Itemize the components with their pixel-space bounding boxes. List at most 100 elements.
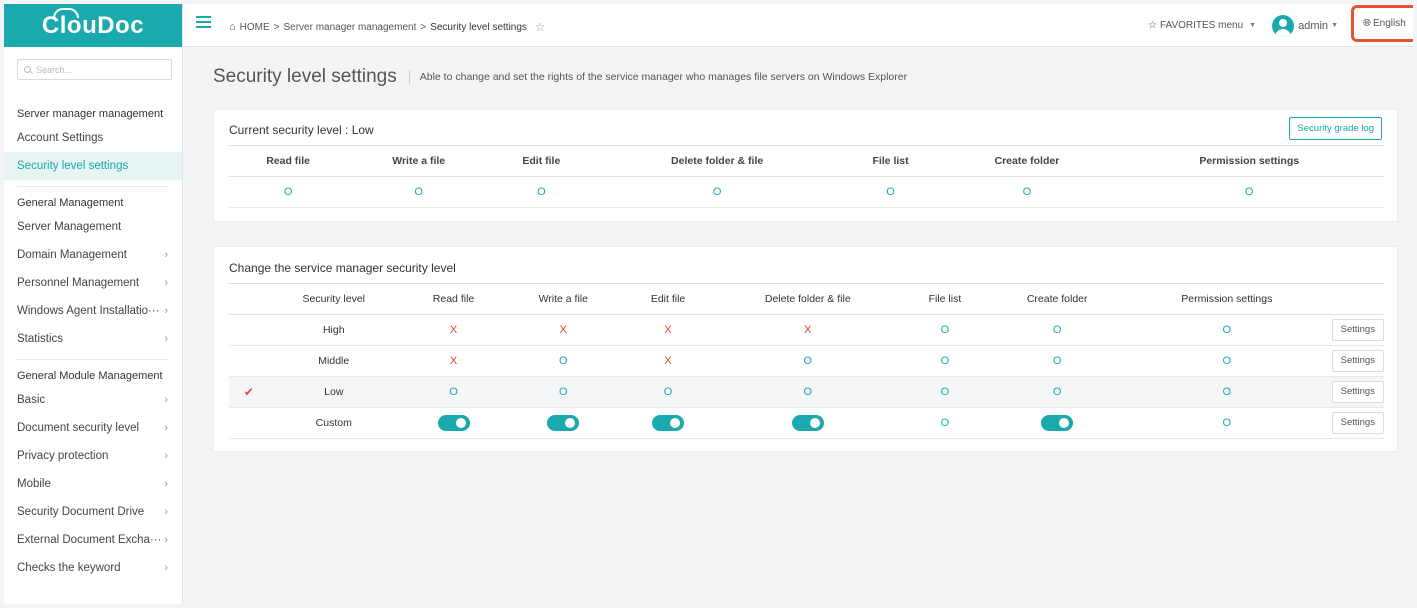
permission-cell: O xyxy=(897,376,993,408)
permission-value: O xyxy=(1114,176,1384,208)
column-header: Edit file xyxy=(618,283,718,315)
allow-mark: O xyxy=(559,355,568,367)
permission-cell: X xyxy=(508,314,619,346)
permission-toggle[interactable] xyxy=(437,415,470,431)
settings-button[interactable]: Settings xyxy=(1331,350,1384,372)
allow-mark: O xyxy=(940,324,950,336)
chevron-right-icon: › xyxy=(164,333,168,345)
change-level-panel: Change the service manager security leve… xyxy=(213,246,1398,452)
app-logo[interactable]: ClouDoc xyxy=(4,4,182,47)
sidebar-item[interactable]: Document security level › xyxy=(4,414,182,442)
sidebar-item[interactable]: Mobile › xyxy=(4,470,182,498)
user-name: admin xyxy=(1298,19,1329,32)
column-header: Permission settings xyxy=(1114,145,1384,177)
sidebar-item[interactable]: Account Settings xyxy=(4,124,182,152)
sidebar-item[interactable]: Checks the keyword › xyxy=(4,554,182,582)
permission-cell: O xyxy=(1122,407,1332,439)
allow-mark: O xyxy=(663,386,673,398)
page-title: Security level settings xyxy=(213,66,397,87)
page-description: Able to change and set the rights of the… xyxy=(419,71,908,83)
allow-mark: O xyxy=(940,417,950,429)
deny-mark: X xyxy=(664,355,672,367)
star-icon[interactable]: ☆ xyxy=(535,20,546,34)
nav-section-title: General Module Management xyxy=(17,370,163,382)
sidebar-item[interactable]: Windows Agent Installatio··· › xyxy=(4,297,182,325)
current-level-panel: Current security level : Low Security gr… xyxy=(213,109,1398,222)
security-level-row[interactable]: ✔ Low O O O O O O O Settings xyxy=(229,376,1384,408)
sidebar-item[interactable]: Server Management xyxy=(4,213,182,241)
sidebar-item[interactable]: Domain Management › xyxy=(4,241,182,269)
security-level-name: Middle xyxy=(268,345,399,377)
permission-cell: O xyxy=(1122,345,1332,377)
breadcrumb-current: Security level settings xyxy=(430,21,527,33)
sidebar-item-label: Personnel Management xyxy=(17,277,140,289)
search-input[interactable]: Search... xyxy=(17,59,172,80)
sidebar-item-label: Privacy protection xyxy=(17,450,109,462)
column-header: Read file xyxy=(229,145,348,177)
actions-cell: Settings xyxy=(1331,407,1384,439)
sidebar-item[interactable]: Basic › xyxy=(4,386,182,414)
permission-cell: O xyxy=(992,345,1123,377)
permission-toggle[interactable] xyxy=(791,415,824,431)
settings-button[interactable]: Settings xyxy=(1331,412,1384,434)
security-grade-log-button[interactable]: Security grade log xyxy=(1289,117,1382,140)
sidebar-item[interactable]: External Document Excha··· › xyxy=(4,526,182,554)
search-placeholder: Search... xyxy=(36,64,73,75)
permission-toggle[interactable] xyxy=(652,415,685,431)
chevron-right-icon: › xyxy=(164,422,168,434)
actions-cell: Settings xyxy=(1331,345,1384,377)
sidebar-item[interactable]: Personnel Management › xyxy=(4,269,182,297)
sidebar-item-label: Account Settings xyxy=(17,132,104,144)
chevron-right-icon: › xyxy=(164,394,168,406)
permission-toggle[interactable] xyxy=(1041,415,1074,431)
sidebar-nav: Server manager management Account Setting… xyxy=(4,86,182,582)
permission-cell xyxy=(398,407,509,439)
permission-cell: O xyxy=(618,376,718,408)
permission-cell: O xyxy=(992,314,1123,346)
security-level-row[interactable]: Middle X O X O O O O Settings xyxy=(229,345,1384,377)
deny-mark: X xyxy=(559,324,567,336)
permission-cell: O xyxy=(508,345,619,377)
allow-mark: O xyxy=(940,355,950,367)
caret-down-icon: ▼ xyxy=(1249,22,1257,29)
sidebar-item-label: Statistics xyxy=(17,333,64,345)
settings-button[interactable]: Settings xyxy=(1331,319,1384,341)
permission-value: O xyxy=(841,176,940,208)
nav-divider xyxy=(17,186,169,187)
permission-cell: O xyxy=(717,345,898,377)
home-icon[interactable]: ⌂ xyxy=(229,21,236,33)
breadcrumb-home[interactable]: HOME xyxy=(240,22,270,33)
sidebar-item[interactable]: Security Document Drive › xyxy=(4,498,182,526)
permission-cell: O xyxy=(897,314,993,346)
menu-toggle-icon[interactable] xyxy=(196,16,211,28)
settings-button[interactable]: Settings xyxy=(1331,381,1384,403)
security-level-row[interactable]: High X X X X O O O Settings xyxy=(229,314,1384,346)
favorites-menu[interactable]: ☆ FAVORITES menu ▼ xyxy=(1148,20,1256,31)
selection-cell: ✔ xyxy=(229,376,269,408)
allow-mark: O xyxy=(1222,417,1232,429)
permission-cell: O xyxy=(1122,314,1332,346)
chevron-right-icon: › xyxy=(164,534,168,546)
permission-toggle[interactable] xyxy=(547,415,580,431)
sidebar-item-label: Security level settings xyxy=(17,160,129,172)
permission-cell: O xyxy=(1122,376,1332,408)
selection-cell xyxy=(229,345,269,377)
star-icon: ☆ xyxy=(1148,20,1157,31)
sidebar-item[interactable]: Privacy protection › xyxy=(4,442,182,470)
breadcrumb: ⌂ HOME > Server manager management > Sec… xyxy=(229,20,546,34)
sidebar-item[interactable]: Statistics › xyxy=(4,325,182,353)
deny-mark: X xyxy=(804,324,812,336)
globe-icon: 🌐︎ xyxy=(1363,17,1371,29)
language-selector[interactable]: 🌐︎ English xyxy=(1351,4,1413,42)
sidebar-item-label: Security Document Drive xyxy=(17,506,145,518)
column-header: File list xyxy=(841,145,940,177)
sidebar-item[interactable]: Security level settings xyxy=(4,152,182,180)
user-menu[interactable]: admin ▼ xyxy=(1272,14,1338,37)
column-header: File list xyxy=(897,283,993,315)
deny-mark: X xyxy=(449,355,458,367)
selection-cell xyxy=(229,314,269,346)
breadcrumb-parent[interactable]: Server manager management xyxy=(284,22,417,33)
allow-mark: O xyxy=(940,386,950,398)
security-level-row[interactable]: Custom O O Settings xyxy=(229,407,1384,439)
column-header: Permission settings xyxy=(1122,283,1332,315)
